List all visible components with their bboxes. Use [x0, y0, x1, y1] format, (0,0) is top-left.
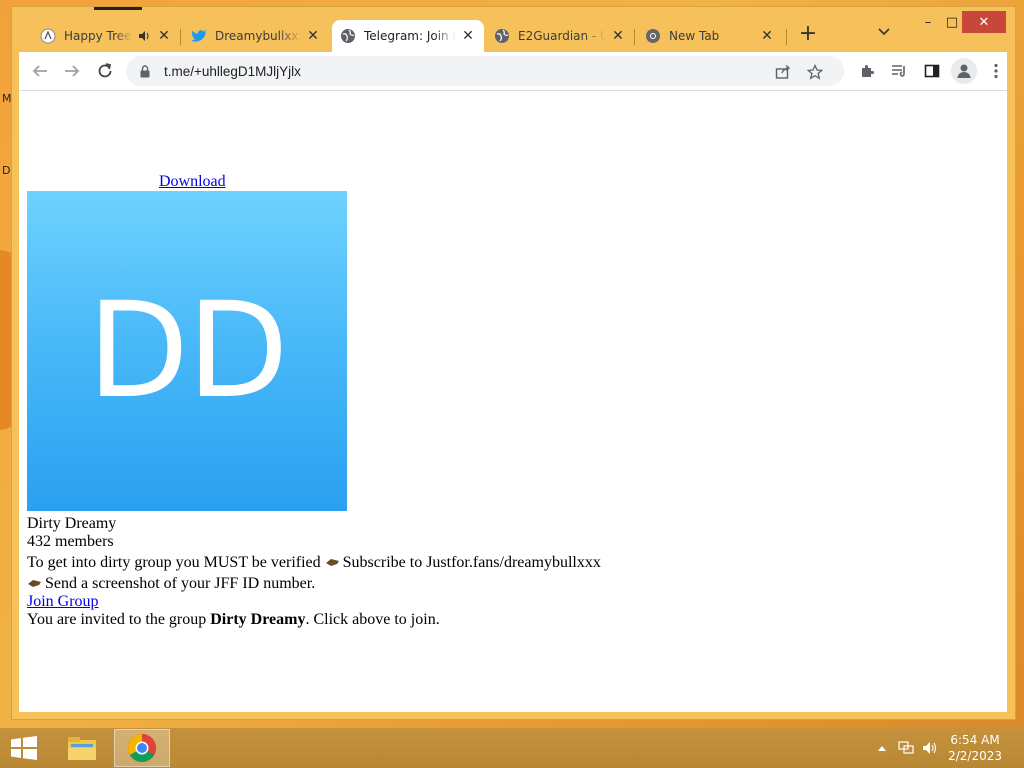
chrome-taskbar-icon[interactable] [114, 729, 170, 767]
taskbar: 6:54 AM 2/2/2023 [0, 728, 1024, 768]
url-text[interactable]: t.me/+uhllegD1MJljYjlx [164, 64, 301, 79]
file-explorer-icon[interactable] [54, 729, 110, 767]
globe-icon [340, 28, 356, 44]
twitter-bird-icon [191, 28, 207, 44]
group-description-line2: Send a screenshot of your JFF ID number. [27, 575, 315, 593]
tab-separator [180, 29, 181, 45]
desktop-edge: D [2, 164, 11, 177]
tab-twitter[interactable]: Dreamybullxxx on Twitter ✕ [183, 20, 329, 52]
tab-label: E2Guardian - Unauthorized [518, 29, 606, 43]
member-count: 432 members [27, 533, 114, 550]
new-tab-button[interactable]: + [796, 23, 820, 47]
extensions-puzzle-icon[interactable] [858, 62, 876, 80]
join-group-row: Join Group [27, 593, 99, 611]
close-icon[interactable]: ✕ [759, 28, 775, 44]
pointing-finger-icon [325, 559, 339, 567]
tab-e2guardian[interactable]: E2Guardian - Unauthorized ✕ [486, 20, 634, 52]
browser-toolbar: t.me/+uhllegD1MJljYjlx [19, 52, 1007, 90]
windows-start-icon[interactable] [10, 736, 38, 760]
reload-icon[interactable] [94, 60, 116, 82]
page-viewport: Download DD Dirty Dreamy 432 members To … [19, 90, 1007, 712]
globe-icon [494, 28, 510, 44]
tab-label: Dreamybullxxx on Twitter [215, 29, 301, 43]
browser-window: Happy Tree Friends ✕ Dreamybullxxx on Tw… [11, 6, 1016, 720]
close-icon[interactable]: ✕ [305, 28, 321, 44]
invite-message: You are invited to the group Dirty Dream… [27, 611, 440, 629]
network-icon[interactable] [898, 740, 914, 756]
speaker-icon[interactable] [136, 28, 152, 44]
description-text: Subscribe to Justfor.fans/dreamybullxxx [342, 554, 601, 571]
bookmark-star-icon[interactable] [806, 63, 824, 81]
tab-drag-indicator [94, 7, 142, 10]
profile-avatar-icon[interactable] [951, 58, 977, 84]
tab-label: Telegram: Join Group Chat [364, 29, 456, 43]
clock-date: 2/2/2023 [948, 749, 1002, 763]
join-group-link[interactable]: Join Group [27, 593, 99, 610]
tab-telegram-join[interactable]: Telegram: Join Group Chat ✕ [332, 20, 484, 52]
chrome-icon [645, 28, 661, 44]
tab-label: Happy Tree Friends [64, 29, 132, 43]
download-link[interactable]: Download [159, 173, 226, 191]
forward-arrow-icon[interactable] [61, 60, 83, 82]
description-text: To get into dirty group you MUST be veri… [27, 554, 321, 571]
clock-time: 6:54 AM [950, 733, 1000, 747]
group-description-line1: To get into dirty group you MUST be veri… [27, 554, 601, 572]
back-arrow-icon[interactable] [29, 60, 51, 82]
invite-prefix: You are invited to the group [27, 611, 211, 628]
tab-happy-tree[interactable]: Happy Tree Friends ✕ [32, 20, 180, 52]
description-text: Send a screenshot of your JFF ID number. [45, 575, 316, 592]
avatar-initials: DD [87, 274, 288, 428]
happy-tree-favicon-icon [40, 28, 56, 44]
lock-icon[interactable] [138, 64, 152, 78]
invite-suffix: . Click above to join. [305, 611, 440, 628]
group-name: Dirty Dreamy [27, 515, 117, 532]
invite-group-name: Dirty Dreamy [210, 611, 306, 628]
system-clock[interactable]: 6:54 AM 2/2/2023 [948, 732, 1002, 764]
share-icon[interactable] [774, 63, 792, 81]
more-menu-icon[interactable] [987, 62, 1005, 80]
pointing-finger-icon [28, 580, 41, 588]
media-controls-icon[interactable] [890, 62, 908, 80]
tab-new-tab[interactable]: New Tab ✕ [637, 20, 783, 52]
tab-label: New Tab [669, 29, 720, 43]
close-icon[interactable]: ✕ [156, 28, 172, 44]
tab-separator [786, 29, 787, 45]
volume-icon[interactable] [922, 740, 938, 756]
group-avatar: DD [27, 191, 347, 511]
close-icon[interactable]: ✕ [610, 28, 626, 44]
side-panel-icon[interactable] [923, 62, 941, 80]
close-icon[interactable]: ✕ [460, 28, 476, 44]
show-hidden-icons-icon[interactable] [874, 740, 890, 756]
close-window-button[interactable]: ✕ [962, 11, 1006, 33]
address-bar[interactable]: t.me/+uhllegD1MJljYjlx [126, 56, 844, 86]
tab-separator [634, 29, 635, 45]
tab-search-chevron-icon[interactable] [874, 25, 894, 45]
title-bar: Happy Tree Friends ✕ Dreamybullxxx on Tw… [12, 7, 1015, 52]
